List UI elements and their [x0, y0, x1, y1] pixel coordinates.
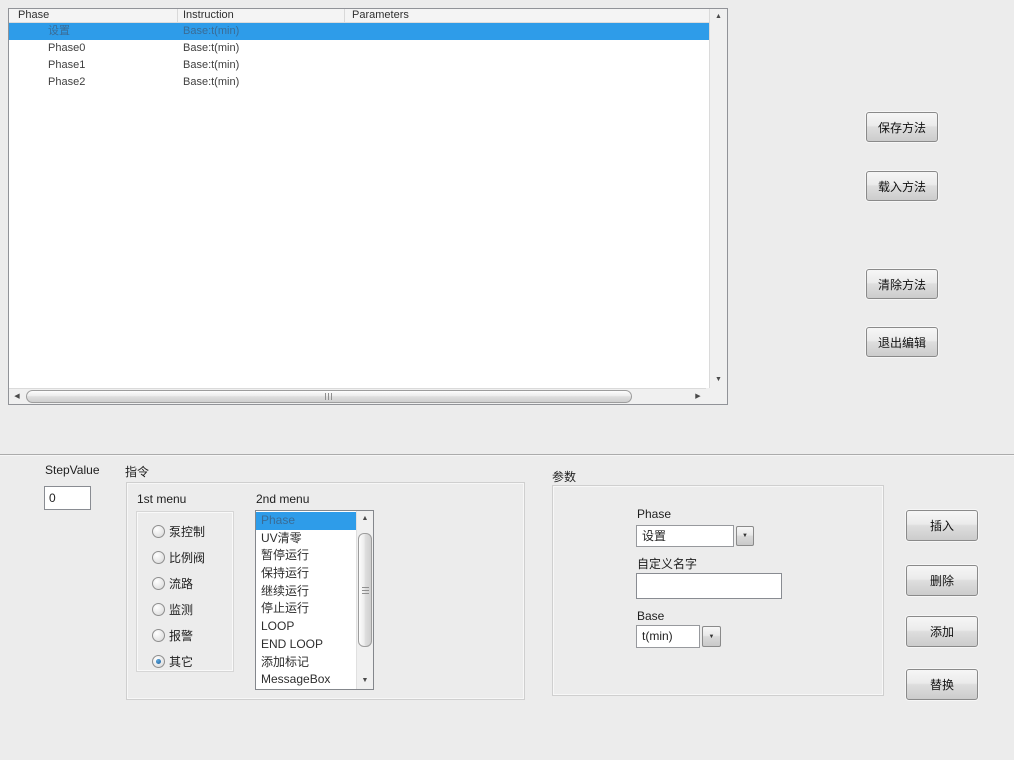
list-item[interactable]: 停止运行 [256, 600, 356, 618]
table-row[interactable]: 设置 Base:t(min) [9, 23, 709, 40]
radio-option[interactable]: 比例阀 [152, 551, 233, 564]
phase-dropdown[interactable]: 设置 [636, 525, 734, 547]
load-method-button[interactable]: 载入方法 [866, 171, 938, 201]
vertical-scroll-thumb[interactable] [358, 533, 372, 647]
list-item[interactable]: END LOOP [256, 636, 356, 654]
table-row[interactable]: Phase1 Base:t(min) [9, 57, 709, 74]
list-item[interactable]: 添加标记 [256, 654, 356, 672]
instruction-cell: Base:t(min) [178, 57, 345, 74]
phase-cell: Phase0 [9, 40, 178, 57]
table-vertical-scrollbar[interactable]: ▲ ▼ [709, 9, 727, 388]
base-dropdown-button[interactable]: ▼ [702, 626, 721, 647]
parameters-cell [345, 23, 709, 40]
base-dropdown[interactable]: t(min) [636, 625, 700, 648]
column-header-parameters[interactable]: Parameters [345, 9, 709, 22]
list-item[interactable]: 暂停运行 [256, 547, 356, 565]
parameters-cell [345, 57, 709, 74]
custom-name-input[interactable] [636, 573, 782, 599]
phase-dropdown-button[interactable]: ▼ [736, 526, 754, 546]
radio-icon [152, 603, 165, 616]
step-value-input[interactable] [44, 486, 91, 510]
radio-icon [152, 655, 165, 668]
scroll-down-icon[interactable]: ▼ [711, 372, 727, 388]
radio-option-label: 流路 [169, 575, 193, 592]
list-item[interactable]: 继续运行 [256, 583, 356, 601]
scroll-down-icon[interactable]: ▼ [357, 673, 373, 689]
radio-icon [152, 525, 165, 538]
table-rows: 设置 Base:t(min) Phase0 Base:t(min) Phase1… [9, 23, 709, 91]
parameters-cell [345, 74, 709, 91]
horizontal-scroll-thumb[interactable] [26, 390, 632, 403]
radio-option[interactable]: 其它 [152, 655, 233, 668]
list-item[interactable]: UV清零 [256, 530, 356, 548]
radio-option[interactable]: 报警 [152, 629, 233, 642]
save-method-button[interactable]: 保存方法 [866, 112, 938, 142]
scroll-right-icon[interactable]: ▶ [690, 389, 706, 405]
scroll-up-icon[interactable]: ▲ [711, 9, 727, 25]
scroll-grip-icon [325, 393, 333, 400]
scroll-grip-icon [362, 586, 369, 594]
panel-divider [0, 454, 1014, 456]
table-row[interactable]: Phase2 Base:t(min) [9, 74, 709, 91]
table-row[interactable]: Phase0 Base:t(min) [9, 40, 709, 57]
params-group-label: 参数 [552, 468, 576, 485]
step-value-label: StepValue [45, 463, 100, 477]
radio-icon [152, 577, 165, 590]
list-item[interactable]: Phase [256, 512, 356, 530]
instruction-cell: Base:t(min) [178, 40, 345, 57]
radio-option-label: 泵控制 [169, 523, 205, 540]
radio-option[interactable]: 泵控制 [152, 525, 233, 538]
method-table-frame: Phase Instruction Parameters 设置 Base:t(m… [8, 8, 728, 405]
instruction-group-label: 指令 [125, 463, 149, 480]
parameters-cell [345, 40, 709, 57]
radio-option-label: 比例阀 [169, 549, 205, 566]
listbox-scrollbar[interactable]: ▲ ▼ [356, 511, 373, 689]
chevron-down-icon: ▼ [742, 533, 748, 539]
delete-button[interactable]: 删除 [906, 565, 978, 596]
radio-option-label: 报警 [169, 627, 193, 644]
add-button[interactable]: 添加 [906, 616, 978, 647]
clear-method-button[interactable]: 清除方法 [866, 269, 938, 299]
chevron-down-icon: ▼ [709, 634, 715, 640]
scroll-left-icon[interactable]: ◀ [9, 389, 25, 405]
radio-icon [152, 551, 165, 564]
phase-cell: Phase1 [9, 57, 178, 74]
second-menu-label: 2nd menu [256, 492, 309, 506]
instruction-cell: Base:t(min) [178, 74, 345, 91]
table-header: Phase Instruction Parameters [9, 9, 709, 23]
exit-edit-button[interactable]: 退出编辑 [866, 327, 938, 357]
list-item[interactable]: LOOP [256, 618, 356, 636]
phase-cell: 设置 [9, 23, 178, 40]
phase-cell: Phase2 [9, 74, 178, 91]
column-header-phase[interactable]: Phase [9, 9, 178, 22]
replace-button[interactable]: 替换 [906, 669, 978, 700]
radio-option-label: 监测 [169, 601, 193, 618]
radio-icon [152, 629, 165, 642]
second-menu-items: Phase UV清零 暂停运行 保持运行 继续运行 停止运行 LOOP END … [256, 512, 356, 689]
radio-option-label: 其它 [169, 653, 193, 670]
custom-name-label: 自定义名字 [637, 555, 697, 572]
column-header-instruction[interactable]: Instruction [178, 9, 345, 22]
insert-button[interactable]: 插入 [906, 510, 978, 541]
radio-option[interactable]: 流路 [152, 577, 233, 590]
first-menu-label: 1st menu [137, 492, 186, 506]
instruction-cell: Base:t(min) [178, 23, 345, 40]
first-menu-radio-group: 泵控制 比例阀 流路 监测 报警 其它 [136, 511, 234, 672]
method-list: Phase Instruction Parameters 设置 Base:t(m… [9, 9, 709, 388]
second-menu-listbox: Phase UV清零 暂停运行 保持运行 继续运行 停止运行 LOOP END … [255, 510, 374, 690]
list-item[interactable]: 保持运行 [256, 565, 356, 583]
scroll-up-icon[interactable]: ▲ [357, 511, 373, 527]
phase-field-label: Phase [637, 507, 671, 521]
base-field-label: Base [637, 609, 664, 623]
table-horizontal-scrollbar[interactable]: ◀ ▶ [9, 388, 706, 404]
list-item[interactable]: MessageBox [256, 671, 356, 689]
radio-option[interactable]: 监测 [152, 603, 233, 616]
